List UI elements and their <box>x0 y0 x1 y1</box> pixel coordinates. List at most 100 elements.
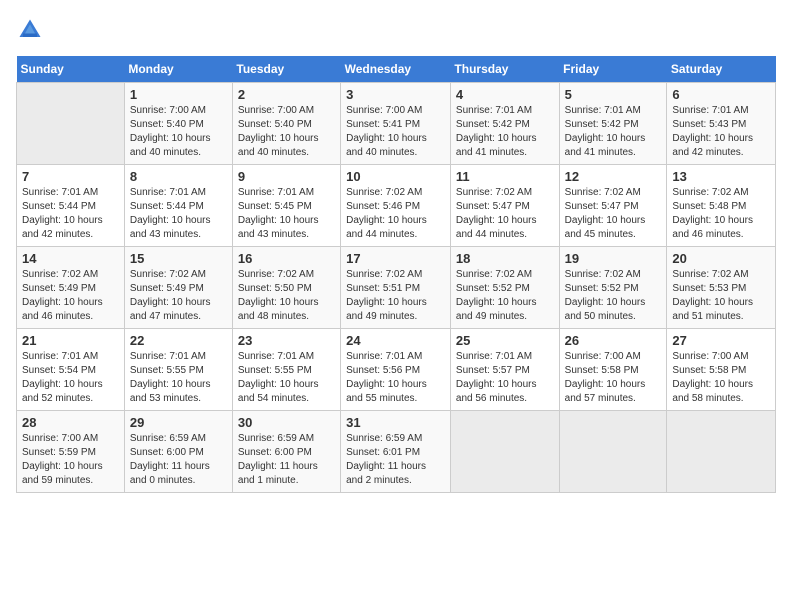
day-number: 21 <box>22 333 119 348</box>
calendar-cell: 27 Sunrise: 7:00 AM Sunset: 5:58 PM Dayli… <box>667 329 776 411</box>
calendar-week-3: 14 Sunrise: 7:02 AM Sunset: 5:49 PM Dayli… <box>17 247 776 329</box>
day-number: 4 <box>456 87 554 102</box>
day-number: 17 <box>346 251 445 266</box>
calendar-week-4: 21 Sunrise: 7:01 AM Sunset: 5:54 PM Dayli… <box>17 329 776 411</box>
calendar-cell: 20Sunrise: 7:02 AM Sunset: 5:53 PM Dayli… <box>667 247 776 329</box>
day-number: 6 <box>672 87 770 102</box>
calendar-cell <box>17 83 125 165</box>
day-number: 15 <box>130 251 227 266</box>
calendar-cell: 14 Sunrise: 7:02 AM Sunset: 5:49 PM Dayli… <box>17 247 125 329</box>
calendar-cell: 31Sunrise: 6:59 AM Sunset: 6:01 PM Dayli… <box>341 411 451 493</box>
day-info: Sunrise: 7:02 AM Sunset: 5:52 PM Dayligh… <box>456 268 554 324</box>
day-number: 11 <box>456 169 554 184</box>
calendar-cell: 7 Sunrise: 7:01 AM Sunset: 5:44 PM Daylig… <box>17 165 125 247</box>
day-info: Sunrise: 7:01 AM Sunset: 5:42 PM Dayligh… <box>565 104 662 160</box>
day-info: Sunrise: 7:01 AM Sunset: 5:55 PM Dayligh… <box>238 350 335 406</box>
day-number: 19 <box>565 251 662 266</box>
day-info: Sunrise: 7:02 AM Sunset: 5:48 PM Dayligh… <box>672 186 770 242</box>
calendar-cell: 4 Sunrise: 7:01 AM Sunset: 5:42 PM Daylig… <box>450 83 559 165</box>
day-info: Sunrise: 6:59 AM Sunset: 6:00 PM Dayligh… <box>130 432 227 488</box>
day-number: 12 <box>565 169 662 184</box>
calendar-cell: 26Sunrise: 7:00 AM Sunset: 5:58 PM Dayli… <box>559 329 667 411</box>
day-number: 9 <box>238 169 335 184</box>
day-number: 26 <box>565 333 662 348</box>
calendar-cell: 18 Sunrise: 7:02 AM Sunset: 5:52 PM Dayli… <box>450 247 559 329</box>
calendar-cell: 15 Sunrise: 7:02 AM Sunset: 5:49 PM Dayli… <box>124 247 232 329</box>
day-info: Sunrise: 7:01 AM Sunset: 5:54 PM Dayligh… <box>22 350 119 406</box>
day-number: 2 <box>238 87 335 102</box>
day-number: 10 <box>346 169 445 184</box>
day-number: 3 <box>346 87 445 102</box>
day-number: 13 <box>672 169 770 184</box>
day-info: Sunrise: 7:00 AM Sunset: 5:41 PM Dayligh… <box>346 104 445 160</box>
header-thursday: Thursday <box>450 56 559 83</box>
calendar-cell: 13 Sunrise: 7:02 AM Sunset: 5:48 PM Dayli… <box>667 165 776 247</box>
day-info: Sunrise: 7:02 AM Sunset: 5:49 PM Dayligh… <box>130 268 227 324</box>
calendar-cell: 24 Sunrise: 7:01 AM Sunset: 5:56 PM Dayli… <box>341 329 451 411</box>
day-info: Sunrise: 7:01 AM Sunset: 5:56 PM Dayligh… <box>346 350 445 406</box>
day-number: 24 <box>346 333 445 348</box>
day-info: Sunrise: 7:01 AM Sunset: 5:44 PM Dayligh… <box>22 186 119 242</box>
header-sunday: Sunday <box>17 56 125 83</box>
calendar-week-1: 1 Sunrise: 7:00 AM Sunset: 5:40 PM Daylig… <box>17 83 776 165</box>
day-number: 27 <box>672 333 770 348</box>
calendar-cell: 23 Sunrise: 7:01 AM Sunset: 5:55 PM Dayli… <box>232 329 340 411</box>
day-info: Sunrise: 7:00 AM Sunset: 5:59 PM Dayligh… <box>22 432 119 488</box>
day-number: 29 <box>130 415 227 430</box>
day-info: Sunrise: 7:02 AM Sunset: 5:53 PM Dayligh… <box>672 268 770 324</box>
day-info: Sunrise: 7:02 AM Sunset: 5:52 PM Dayligh… <box>565 268 662 324</box>
calendar-cell: 11 Sunrise: 7:02 AM Sunset: 5:47 PM Dayli… <box>450 165 559 247</box>
calendar-cell: 17 Sunrise: 7:02 AM Sunset: 5:51 PM Dayli… <box>341 247 451 329</box>
day-info: Sunrise: 7:02 AM Sunset: 5:47 PM Dayligh… <box>565 186 662 242</box>
day-info: Sunrise: 7:01 AM Sunset: 5:42 PM Dayligh… <box>456 104 554 160</box>
calendar-cell: 12 Sunrise: 7:02 AM Sunset: 5:47 PM Dayli… <box>559 165 667 247</box>
calendar-cell: 22 Sunrise: 7:01 AM Sunset: 5:55 PM Dayli… <box>124 329 232 411</box>
page-header <box>16 16 776 44</box>
day-number: 7 <box>22 169 119 184</box>
day-info: Sunrise: 7:00 AM Sunset: 5:40 PM Dayligh… <box>238 104 335 160</box>
day-number: 5 <box>565 87 662 102</box>
calendar-cell: 9Sunrise: 7:01 AM Sunset: 5:45 PM Daylig… <box>232 165 340 247</box>
calendar-cell: 21 Sunrise: 7:01 AM Sunset: 5:54 PM Dayli… <box>17 329 125 411</box>
day-info: Sunrise: 6:59 AM Sunset: 6:00 PM Dayligh… <box>238 432 335 488</box>
day-info: Sunrise: 7:02 AM Sunset: 5:51 PM Dayligh… <box>346 268 445 324</box>
header-tuesday: Tuesday <box>232 56 340 83</box>
calendar-cell: 28 Sunrise: 7:00 AM Sunset: 5:59 PM Dayli… <box>17 411 125 493</box>
calendar-cell: 16Sunrise: 7:02 AM Sunset: 5:50 PM Dayli… <box>232 247 340 329</box>
day-info: Sunrise: 7:01 AM Sunset: 5:55 PM Dayligh… <box>130 350 227 406</box>
calendar-cell <box>450 411 559 493</box>
day-info: Sunrise: 7:02 AM Sunset: 5:47 PM Dayligh… <box>456 186 554 242</box>
header-wednesday: Wednesday <box>341 56 451 83</box>
day-info: Sunrise: 7:01 AM Sunset: 5:44 PM Dayligh… <box>130 186 227 242</box>
day-info: Sunrise: 7:02 AM Sunset: 5:49 PM Dayligh… <box>22 268 119 324</box>
day-info: Sunrise: 7:02 AM Sunset: 5:46 PM Dayligh… <box>346 186 445 242</box>
day-number: 25 <box>456 333 554 348</box>
day-number: 1 <box>130 87 227 102</box>
calendar-cell <box>559 411 667 493</box>
calendar-cell: 2 Sunrise: 7:00 AM Sunset: 5:40 PM Daylig… <box>232 83 340 165</box>
calendar-cell <box>667 411 776 493</box>
day-number: 31 <box>346 415 445 430</box>
calendar-header-row: SundayMondayTuesdayWednesdayThursdayFrid… <box>17 56 776 83</box>
day-number: 23 <box>238 333 335 348</box>
day-info: Sunrise: 7:00 AM Sunset: 5:58 PM Dayligh… <box>672 350 770 406</box>
day-info: Sunrise: 7:02 AM Sunset: 5:50 PM Dayligh… <box>238 268 335 324</box>
day-number: 22 <box>130 333 227 348</box>
header-monday: Monday <box>124 56 232 83</box>
calendar-cell: 1 Sunrise: 7:00 AM Sunset: 5:40 PM Daylig… <box>124 83 232 165</box>
calendar-cell: 3 Sunrise: 7:00 AM Sunset: 5:41 PM Daylig… <box>341 83 451 165</box>
calendar-cell: 10 Sunrise: 7:02 AM Sunset: 5:46 PM Dayli… <box>341 165 451 247</box>
calendar-cell: 30Sunrise: 6:59 AM Sunset: 6:00 PM Dayli… <box>232 411 340 493</box>
day-number: 14 <box>22 251 119 266</box>
day-number: 28 <box>22 415 119 430</box>
header-saturday: Saturday <box>667 56 776 83</box>
calendar-table: SundayMondayTuesdayWednesdayThursdayFrid… <box>16 56 776 493</box>
day-info: Sunrise: 7:00 AM Sunset: 5:40 PM Dayligh… <box>130 104 227 160</box>
day-number: 18 <box>456 251 554 266</box>
calendar-cell: 25Sunrise: 7:01 AM Sunset: 5:57 PM Dayli… <box>450 329 559 411</box>
logo-icon <box>16 16 44 44</box>
day-number: 8 <box>130 169 227 184</box>
calendar-week-2: 7 Sunrise: 7:01 AM Sunset: 5:44 PM Daylig… <box>17 165 776 247</box>
day-info: Sunrise: 7:01 AM Sunset: 5:43 PM Dayligh… <box>672 104 770 160</box>
calendar-cell: 6 Sunrise: 7:01 AM Sunset: 5:43 PM Daylig… <box>667 83 776 165</box>
